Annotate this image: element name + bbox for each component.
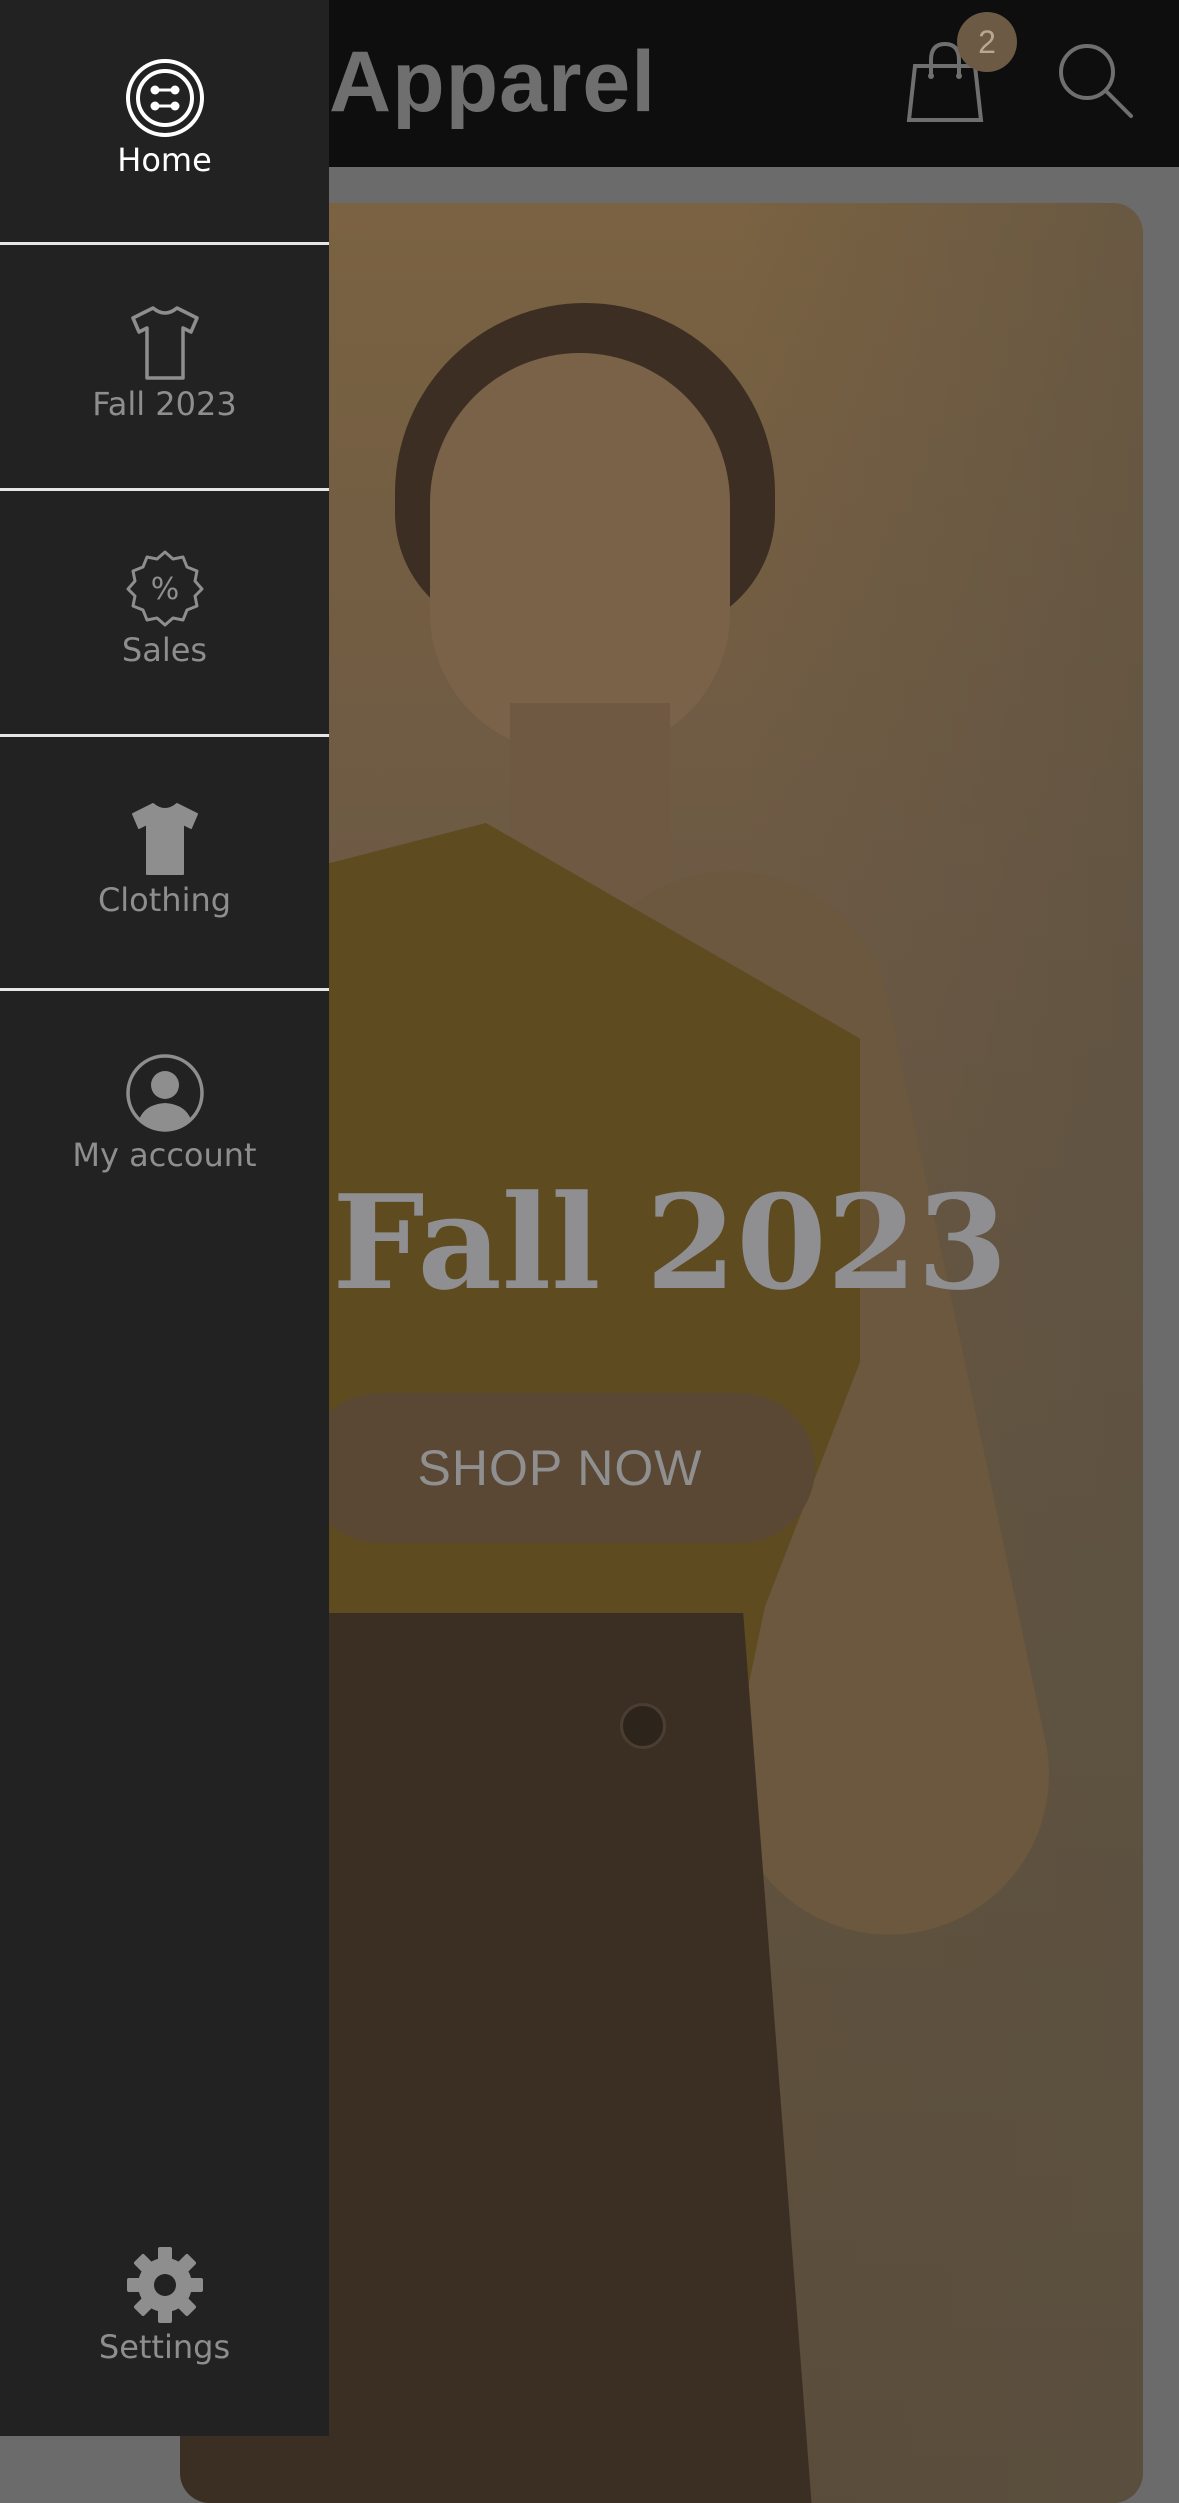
nav-label-clothing: Clothing [97,881,232,919]
nav-label-settings: Settings [98,2328,231,2366]
cart-count-badge: 2 [957,12,1017,72]
nav-item-settings[interactable]: Settings [0,2245,329,2367]
tshirt-outline-icon [130,306,199,380]
search-icon[interactable] [1055,40,1135,120]
nav-item-home[interactable]: Home [0,58,329,180]
percent-badge-icon: % [126,550,203,627]
tshirt-filled-icon [131,803,198,875]
hero-title: Fall 2023 [332,1166,1008,1319]
nav-item-sales[interactable]: % Sales [0,548,329,670]
nav-divider [0,488,329,491]
button-logo-icon [125,59,204,137]
gear-icon [126,2247,203,2323]
nav-item-fall-2023[interactable]: Fall 2023 [0,302,329,424]
shop-now-button[interactable]: SHOP NOW [305,1393,815,1543]
nav-item-my-account[interactable]: My account [0,1053,329,1175]
nav-label-sales: Sales [121,631,208,669]
hero-photo-face [430,353,730,753]
nav-label-home: Home [117,141,212,179]
user-avatar-icon [125,1054,204,1132]
nav-label-fall-2023: Fall 2023 [92,385,237,423]
nav-divider [0,734,329,737]
nav-divider [0,242,329,245]
side-drawer: Home Fall 2023 % Sales Clothing My accou… [0,0,329,2436]
nav-label-my-account: My account [72,1136,257,1174]
svg-text:%: % [150,572,179,607]
nav-item-clothing[interactable]: Clothing [0,798,329,920]
nav-divider [0,988,329,991]
